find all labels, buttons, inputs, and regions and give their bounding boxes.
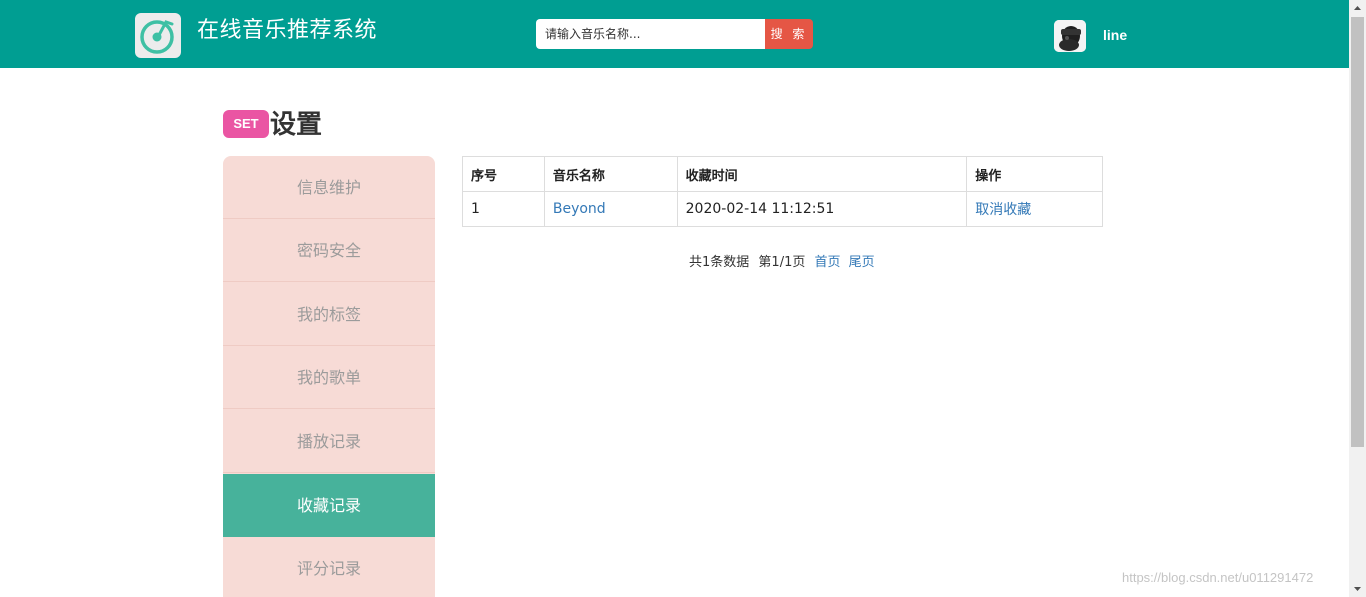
- first-page-link[interactable]: 首页: [815, 255, 841, 270]
- sidebar-item-info[interactable]: 信息维护: [223, 156, 435, 219]
- vertical-scrollbar[interactable]: [1349, 0, 1366, 597]
- pagination: 共1条数据 第1/1页 首页 尾页: [689, 254, 879, 272]
- sidebar-item-favorites[interactable]: 收藏记录: [223, 474, 435, 537]
- set-badge: SET: [223, 110, 269, 138]
- page: 在线音乐推荐系统 搜 索 line SET 设置 信息维护 密码安全 我的标签 …: [0, 0, 1366, 597]
- settings-sidebar: 信息维护 密码安全 我的标签 我的歌单 播放记录 收藏记录 评分记录: [223, 156, 435, 597]
- row-action: 取消收藏: [966, 191, 1103, 227]
- avatar[interactable]: [1054, 20, 1086, 52]
- row-music-name: Beyond: [543, 191, 678, 227]
- column-header-index: 序号: [462, 156, 545, 192]
- search-button[interactable]: 搜 索: [765, 19, 813, 49]
- row-index: 1: [462, 191, 545, 227]
- column-header-action: 操作: [966, 156, 1103, 192]
- column-header-name: 音乐名称: [543, 156, 678, 192]
- page-title: 设置: [270, 110, 323, 140]
- sidebar-item-playlists[interactable]: 我的歌单: [223, 346, 435, 409]
- search-input[interactable]: [536, 19, 765, 49]
- row-favorite-time: 2020-02-14 11:12:51: [676, 191, 968, 227]
- unfavorite-link[interactable]: 取消收藏: [975, 202, 1031, 218]
- top-bar: 在线音乐推荐系统 搜 索 line: [0, 0, 1349, 68]
- watermark: https://blog.csdn.net/u011291472: [1122, 570, 1314, 585]
- scroll-down-arrow-icon[interactable]: [1349, 580, 1366, 597]
- table-row: 1 Beyond 2020-02-14 11:12:51 取消收藏: [462, 191, 1103, 227]
- table-header-row: 序号 音乐名称 收藏时间 操作: [462, 156, 1103, 192]
- sidebar-item-tags[interactable]: 我的标签: [223, 283, 435, 346]
- scroll-thumb[interactable]: [1351, 17, 1364, 447]
- sidebar-item-password[interactable]: 密码安全: [223, 219, 435, 282]
- music-name-link[interactable]: Beyond: [553, 201, 606, 217]
- column-header-time: 收藏时间: [676, 156, 968, 192]
- music-disc-icon[interactable]: [135, 13, 181, 58]
- scroll-up-arrow-icon[interactable]: [1349, 0, 1366, 17]
- sidebar-item-play-history[interactable]: 播放记录: [223, 410, 435, 473]
- favorites-table: 序号 音乐名称 收藏时间 操作 1 Beyond 2020-02-14 11:1…: [462, 156, 1103, 227]
- app-title[interactable]: 在线音乐推荐系统: [197, 16, 377, 46]
- username[interactable]: line: [1103, 25, 1127, 45]
- total-count: 共1条数据: [689, 255, 750, 270]
- page-indicator: 第1/1页: [758, 255, 806, 270]
- last-page-link[interactable]: 尾页: [849, 255, 875, 270]
- sidebar-item-ratings[interactable]: 评分记录: [223, 537, 435, 597]
